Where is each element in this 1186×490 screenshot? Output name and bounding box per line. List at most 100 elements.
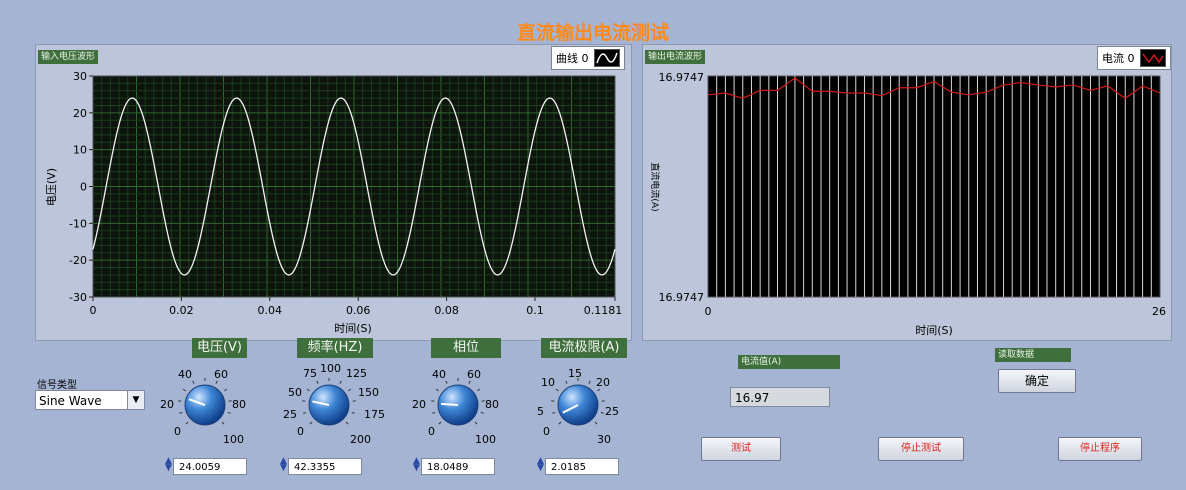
current-x-tick-left: 0 [705, 305, 712, 318]
knob-tick-mark [221, 421, 225, 425]
numeric-control[interactable]: 2.0185 [545, 458, 619, 475]
read-data-label: 读取数据 [995, 348, 1071, 362]
current-y-axis-label: 直流电流(A) [649, 162, 661, 211]
signal-type-select[interactable]: Sine Wave ▼ [35, 390, 145, 410]
current-y-tick-top: 16.9747 [659, 71, 705, 84]
knob-tick-mark [558, 421, 562, 425]
voltage-y-axis-label: 电压(V) [45, 168, 58, 206]
sine-legend-icon [593, 49, 620, 67]
rotary-knob[interactable] [548, 375, 608, 435]
knob-tick-mark [480, 411, 484, 414]
knob-scale-label: 150 [358, 386, 379, 399]
knob-title: 相位 [431, 338, 501, 358]
knob-tick-mark [351, 411, 355, 414]
voltage-y-tick-label: 20 [73, 107, 87, 120]
knob-tick-mark [306, 388, 310, 392]
current-legend-label: 电流 0 [1102, 52, 1135, 65]
rotary-knob[interactable] [428, 375, 488, 435]
voltage-legend: 曲线 0 [551, 46, 625, 70]
knob-title: 电压(V) [192, 338, 247, 358]
knob-scale-label: 100 [320, 362, 341, 375]
knob-tick-mark [192, 380, 195, 384]
voltage-y-tick-label: -30 [69, 291, 87, 304]
knob-tick-mark [309, 421, 313, 425]
knob-tick-mark [555, 388, 559, 392]
voltage-x-tick-label: 0.1 [526, 304, 544, 317]
current-x-axis-label: 时间(S) [915, 324, 953, 337]
knob-scale-label: 20 [412, 398, 426, 411]
numeric-control[interactable]: 18.0489 [421, 458, 495, 475]
knob-tick-mark [600, 411, 604, 414]
confirm-button[interactable]: 确定 [998, 369, 1076, 393]
knob-scale-label: 5 [537, 405, 544, 418]
knob-tick-mark [224, 388, 228, 392]
knob-scale-label: 20 [160, 398, 174, 411]
voltage-y-tick-label: 30 [73, 70, 87, 83]
signal-type-label: 信号类型 [37, 380, 77, 391]
knob-tick-mark [445, 380, 448, 384]
knob-tick-mark [179, 411, 183, 414]
spin-arrows-icon[interactable]: ▲ ▼ [413, 457, 420, 473]
spin-arrows-icon[interactable]: ▲ ▼ [280, 457, 287, 473]
knob-scale-label: 175 [364, 408, 385, 421]
knob-tick-mark [474, 421, 478, 425]
test-button[interactable]: 测试 [701, 437, 781, 461]
knob-tick-mark [594, 421, 598, 425]
knob-tick-mark [588, 380, 591, 384]
knob-scale-label: 25 [283, 408, 297, 421]
voltage-x-tick-label: 0.06 [346, 304, 371, 317]
voltage-x-tick-label: 0 [90, 304, 97, 317]
knob-tick-mark [182, 388, 186, 392]
numeric-control[interactable]: 24.0059 [173, 458, 247, 475]
knob-tick-mark [597, 388, 601, 392]
knob-tick-mark [477, 388, 481, 392]
knob-tick-mark [316, 380, 319, 384]
current-legend-icon [1139, 49, 1166, 67]
rotary-knob[interactable] [175, 375, 235, 435]
knob-tick-mark [215, 380, 218, 384]
knob-tick-mark [438, 421, 442, 425]
chevron-down-icon[interactable]: ▼ [127, 391, 144, 409]
current-x-tick-right: 26 [1152, 305, 1166, 318]
voltage-x-axis-label: 时间(S) [334, 322, 372, 335]
knob-tick-mark [303, 411, 307, 414]
voltage-y-tick-label: 0 [80, 181, 87, 194]
current-y-tick-bottom: 16.9747 [659, 291, 705, 304]
numeric-control[interactable]: 42.3355 [288, 458, 362, 475]
knob-pointer [440, 402, 459, 406]
voltage-y-tick-label: -10 [69, 217, 87, 230]
current-graph-label: 输出电流波形 [645, 50, 706, 64]
knob-title: 频率(HZ) [297, 338, 373, 358]
stop-test-button[interactable]: 停止测试 [878, 437, 964, 461]
current-value-label: 电流值(A) [738, 355, 840, 369]
voltage-y-tick-label: 10 [73, 144, 87, 157]
voltage-x-tick-label: 0.04 [258, 304, 283, 317]
knob-tick-mark [565, 380, 568, 384]
spin-arrows-icon[interactable]: ▲ ▼ [165, 457, 172, 473]
voltage-graph-label: 输入电压波形 [38, 50, 99, 64]
voltage-x-tick-label: 0.1181 [584, 304, 623, 317]
rotary-knob[interactable] [299, 375, 359, 435]
voltage-y-tick-label: -20 [69, 254, 87, 267]
stop-program-button[interactable]: 停止程序 [1058, 437, 1142, 461]
knob-tick-mark [348, 388, 352, 392]
knob-tick-mark [339, 380, 342, 384]
voltage-legend-label: 曲线 0 [556, 52, 589, 65]
knob-tick-mark [345, 421, 349, 425]
page-title: 直流输出电流测试 [516, 22, 669, 44]
voltage-graph: 30 20 10 0 -10 -20 -30 0 0.02 0.04 0.06 0.08 0.1 0.1… [45, 70, 623, 335]
current-value-indicator: 16.97 [730, 387, 830, 407]
knob-tick-mark [468, 380, 471, 384]
voltage-x-tick-label: 0.08 [434, 304, 459, 317]
spin-arrows-icon[interactable]: ▲ ▼ [537, 457, 544, 473]
signal-type-value: Sine Wave [39, 394, 102, 408]
voltage-x-tick-label: 0.02 [169, 304, 194, 317]
knob-tick-mark [227, 411, 231, 414]
knob-title: 电流极限(A) [541, 338, 627, 358]
knob-tick-mark [435, 388, 439, 392]
current-legend: 电流 0 [1097, 46, 1171, 70]
knob-tick-mark [185, 421, 189, 425]
current-graph: 16.9747 16.9747 0 26 直流电流(A) 时间(S) [649, 71, 1166, 337]
knob-tick-mark [432, 411, 436, 414]
knob-tick-mark [552, 411, 556, 414]
